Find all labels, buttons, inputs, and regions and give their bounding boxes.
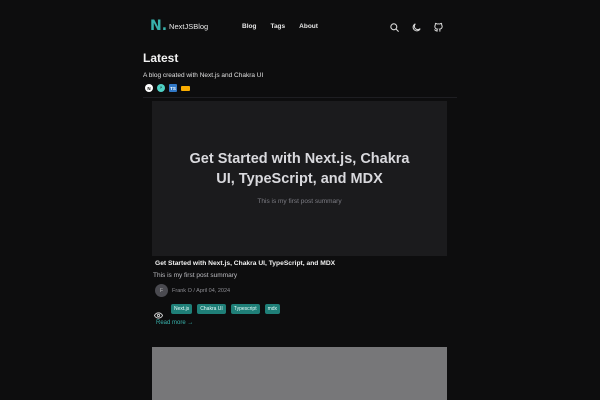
page-title: Latest: [143, 51, 179, 65]
logo-text: NextJSBlog: [169, 22, 209, 31]
logo-mark: N.: [150, 18, 168, 34]
tag-chakra-ui[interactable]: Chakra UI: [197, 304, 226, 314]
nav-links: Blog Tags About: [242, 23, 318, 30]
site-logo[interactable]: N. NextJSBlog: [150, 19, 208, 33]
search-icon[interactable]: [389, 20, 400, 33]
post-tags-row: Next.js Chakra UI Typescript mdx: [153, 304, 281, 319]
post-title-link[interactable]: Get Started with Next.js, Chakra UI, Typ…: [155, 260, 335, 267]
tag-nextjs[interactable]: Next.js: [171, 304, 193, 314]
eye-icon: [153, 306, 164, 319]
author-avatar: F: [155, 284, 168, 297]
page-description: A blog created with Next.js and Chakra U…: [143, 72, 264, 79]
github-icon[interactable]: [433, 20, 444, 32]
post-cover-image[interactable]: Get Started with Next.js, Chakra UI, Typ…: [152, 101, 447, 256]
nextjs-badge-icon: N: [145, 84, 153, 92]
tag-mdx[interactable]: mdx: [264, 304, 281, 314]
nav-icons: [389, 20, 444, 33]
mdx-badge-icon: [181, 85, 190, 91]
top-navigation: N. NextJSBlog Blog Tags About: [0, 0, 600, 50]
tag-typescript[interactable]: Typescript: [230, 304, 260, 314]
nav-link-blog[interactable]: Blog: [242, 23, 256, 30]
nav-link-tags[interactable]: Tags: [270, 23, 285, 30]
next-post-cover-image[interactable]: [152, 347, 447, 400]
header-divider: [143, 97, 457, 98]
post-summary: This is my first post summary: [153, 272, 238, 279]
nav-link-about[interactable]: About: [299, 23, 318, 30]
post-author-row: F Frank O / April 04, 2024: [155, 284, 230, 297]
cover-image-subtitle: This is my first post summary: [257, 197, 342, 205]
read-more-link[interactable]: Read more →: [156, 320, 193, 326]
typescript-badge-icon: TS: [169, 84, 177, 92]
tech-badges: N ⚡ TS: [145, 84, 190, 92]
moon-icon[interactable]: [411, 20, 422, 32]
author-meta: Frank O / April 04, 2024: [172, 287, 231, 294]
cover-image-title: Get Started with Next.js, Chakra UI, Typ…: [189, 150, 410, 187]
post-card: Get Started with Next.js, Chakra UI, Typ…: [152, 101, 447, 326]
chakra-badge-icon: ⚡: [157, 84, 165, 92]
